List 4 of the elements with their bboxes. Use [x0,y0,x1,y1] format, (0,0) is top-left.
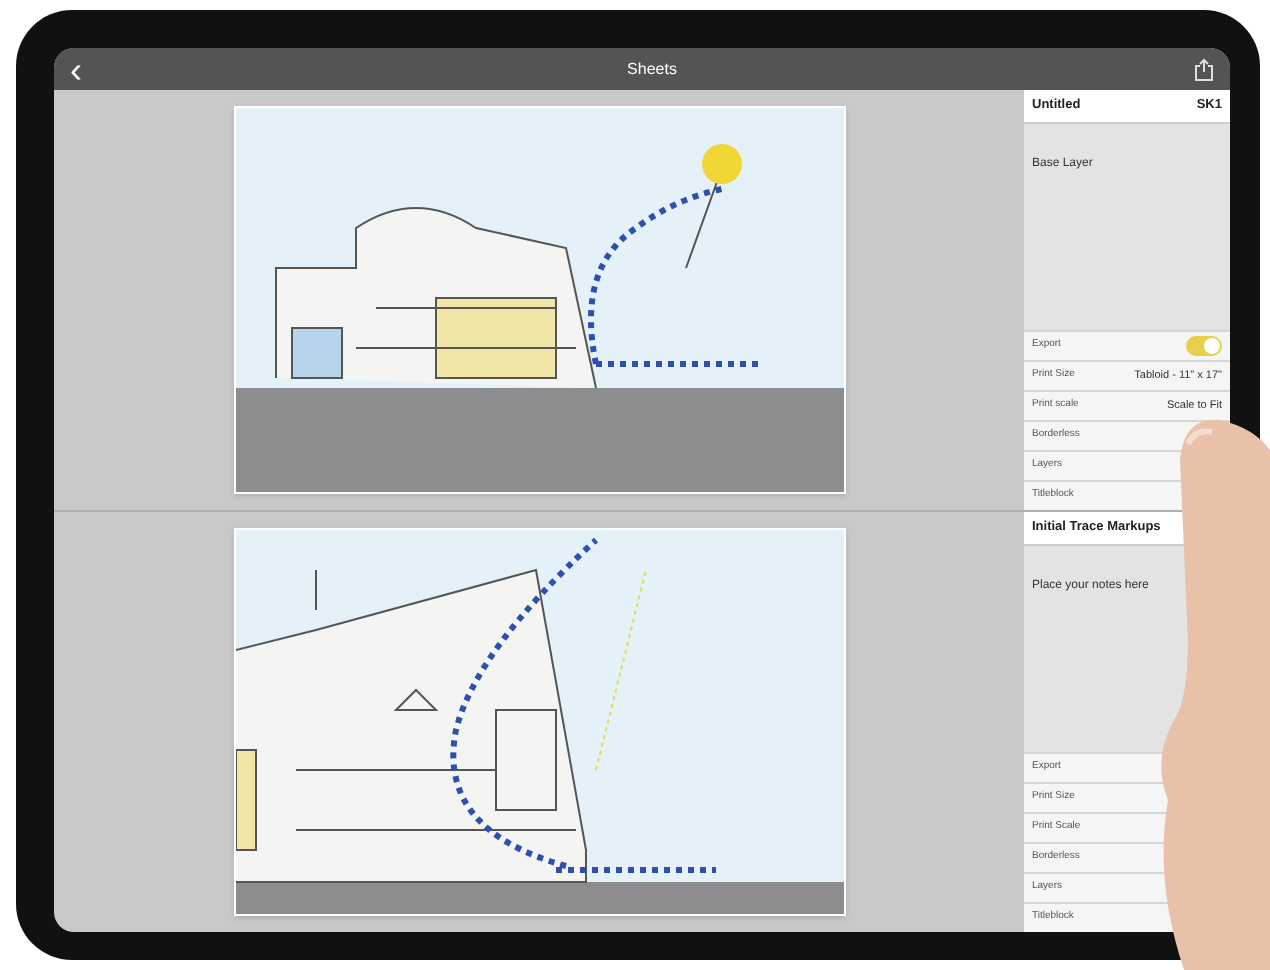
nav-title: Sheets [625,57,679,81]
back-button[interactable]: ‹ [70,51,110,87]
export-toggle[interactable] [1186,336,1222,356]
share-icon[interactable] [1194,57,1214,81]
